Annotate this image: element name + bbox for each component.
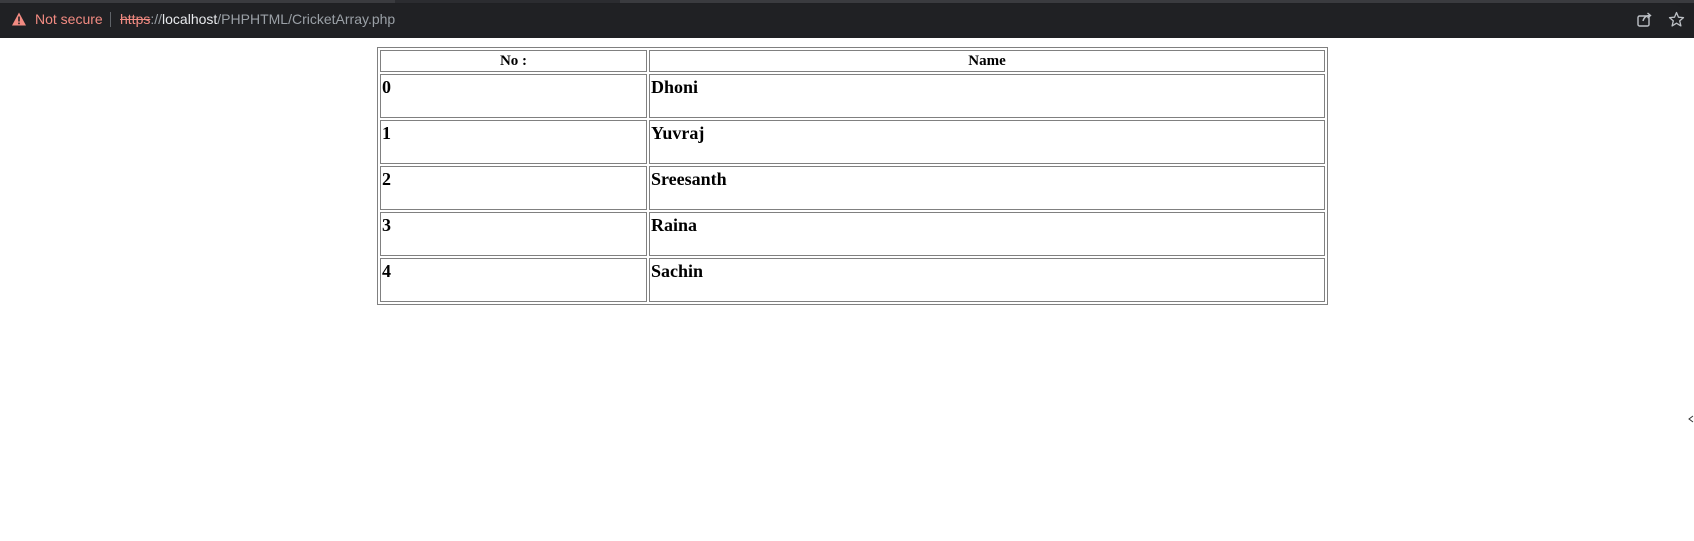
bookmark-star-icon[interactable]	[1668, 11, 1685, 28]
cricket-table: No : Name 0 Dhoni 1 Yuvraj 2 Sreesanth 3…	[377, 47, 1328, 305]
cell-name: Raina	[649, 212, 1325, 256]
cell-name: Sreesanth	[649, 166, 1325, 210]
page-content: No : Name 0 Dhoni 1 Yuvraj 2 Sreesanth 3…	[0, 38, 1694, 541]
share-icon[interactable]	[1636, 11, 1653, 28]
table-row: 1 Yuvraj	[380, 120, 1325, 164]
cell-no: 0	[380, 74, 647, 118]
security-status-label[interactable]: Not secure	[35, 11, 103, 28]
cell-no: 1	[380, 120, 647, 164]
tab-strip-segment	[0, 0, 395, 3]
address-bar[interactable]: Not secure https://localhost/PHPHTML/Cri…	[0, 4, 1686, 35]
table-header-row: No : Name	[380, 50, 1325, 72]
browser-toolbar: Not secure https://localhost/PHPHTML/Cri…	[0, 0, 1694, 38]
url-separator: ://	[150, 11, 163, 27]
table-row: 4 Sachin	[380, 258, 1325, 302]
url-text[interactable]: https://localhost/PHPHTML/CricketArray.p…	[120, 11, 395, 28]
cell-no: 2	[380, 166, 647, 210]
column-header-no: No :	[380, 50, 647, 72]
cell-name: Sachin	[649, 258, 1325, 302]
column-header-name: Name	[649, 50, 1325, 72]
cell-name: Yuvraj	[649, 120, 1325, 164]
tab-strip-segment	[620, 0, 1694, 3]
cell-no: 4	[380, 258, 647, 302]
cell-name: Dhoni	[649, 74, 1325, 118]
table-row: 3 Raina	[380, 212, 1325, 256]
url-host: localhost	[162, 11, 218, 27]
address-divider	[110, 12, 111, 27]
caret-icon	[1688, 415, 1694, 423]
cell-no: 3	[380, 212, 647, 256]
url-scheme: https	[120, 11, 151, 27]
warning-icon[interactable]	[11, 11, 27, 27]
tab-strip-edge	[0, 0, 1694, 3]
url-path: /PHPHTML/CricketArray.php	[217, 11, 396, 27]
table-row: 0 Dhoni	[380, 74, 1325, 118]
table-row: 2 Sreesanth	[380, 166, 1325, 210]
